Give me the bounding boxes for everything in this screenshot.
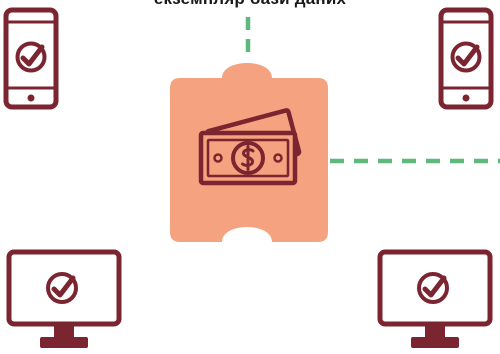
diagram-caption: екземпляр бази даних — [0, 0, 500, 9]
phone-home-button — [27, 94, 35, 102]
monitor-bottom-right — [377, 249, 493, 348]
monitor-neck — [54, 324, 74, 338]
diagram-canvas: екземпляр бази даних — [0, 0, 500, 354]
monitor-base — [411, 337, 459, 348]
monitor-base — [40, 337, 88, 348]
monitor-bottom-left — [6, 249, 122, 348]
puzzle-piece — [170, 63, 328, 242]
phone-top-right — [438, 7, 494, 110]
diagram — [3, 7, 500, 348]
phone-home-button — [462, 94, 470, 102]
phone-top-left — [3, 7, 59, 110]
monitor-neck — [425, 324, 445, 338]
